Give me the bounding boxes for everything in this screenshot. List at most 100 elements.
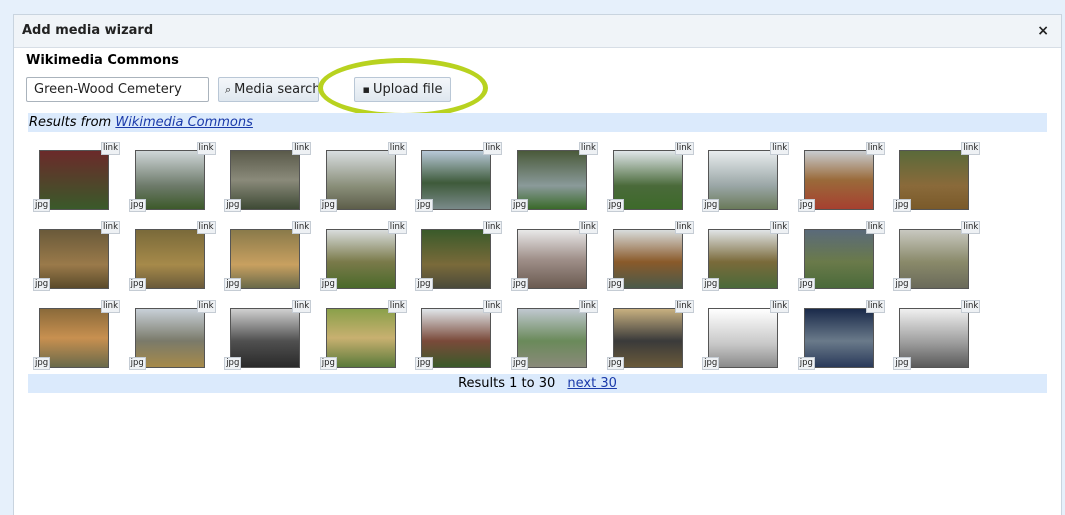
dialog-titlebar: Add media wizard × [14, 15, 1061, 48]
thumbnail-item: link jpg [797, 221, 885, 293]
thumbnail-link-tag[interactable]: link [483, 142, 503, 155]
thumbnail-type-tag: jpg [797, 278, 815, 291]
thumbnail-type-tag: jpg [319, 278, 337, 291]
thumbnail-item: link jpg [319, 300, 407, 372]
thumbnail-item: link jpg [415, 221, 503, 293]
thumbnail-item: link jpg [128, 300, 216, 372]
thumbnail-item: link jpg [606, 300, 694, 372]
thumbnail-type-tag: jpg [224, 199, 242, 212]
thumbnail-type-tag: jpg [224, 357, 242, 370]
thumbnail-type-tag: jpg [797, 199, 815, 212]
thumbnail-link-tag[interactable]: link [100, 142, 120, 155]
thumbnail-item: link jpg [224, 142, 312, 214]
thumbnail-item: link jpg [33, 142, 120, 214]
thumbnail-item: link jpg [702, 221, 790, 293]
thumbnail-type-tag: jpg [128, 357, 146, 370]
thumbnail-link-tag[interactable]: link [292, 221, 312, 234]
thumbnail-link-tag[interactable]: link [196, 142, 216, 155]
thumbnail-type-tag: jpg [415, 278, 433, 291]
thumbnail-link-tag[interactable]: link [770, 221, 790, 234]
thumbnail-link-tag[interactable]: link [387, 142, 407, 155]
thumbnail-item: link jpg [224, 300, 312, 372]
results-range: Results 1 to 30 [458, 376, 556, 391]
thumbnail-item: link jpg [319, 142, 407, 214]
media-search-input[interactable] [26, 77, 209, 102]
thumbnail-item: link jpg [128, 142, 216, 214]
thumbnail-item: link jpg [415, 142, 503, 214]
upload-file-button[interactable]: ▪ Upload file [354, 77, 451, 102]
thumbnail-link-tag[interactable]: link [674, 300, 694, 313]
thumbnail-link-tag[interactable]: link [100, 300, 120, 313]
thumbnail-type-tag: jpg [797, 357, 815, 370]
thumbnail-type-tag: jpg [128, 278, 146, 291]
thumbnail-item: link jpg [702, 142, 790, 214]
media-search-button[interactable]: ⌕ Media search [218, 77, 319, 102]
results-prefix: Results from [29, 115, 112, 130]
thumbnail-link-tag[interactable]: link [292, 142, 312, 155]
thumbnail-link-tag[interactable]: link [865, 142, 885, 155]
thumbnail-item: link jpg [797, 300, 885, 372]
thumbnail-item: link jpg [606, 221, 694, 293]
thumbnail-item: link jpg [510, 300, 598, 372]
thumbnail-link-tag[interactable]: link [387, 221, 407, 234]
thumbnail-link-tag[interactable]: link [961, 142, 981, 155]
thumbnail-link-tag[interactable]: link [961, 300, 981, 313]
thumbnail-type-tag: jpg [510, 199, 529, 212]
thumbnail-type-tag: jpg [702, 199, 720, 212]
thumbnail-link-tag[interactable]: link [770, 142, 790, 155]
thumbnail-link-tag[interactable]: link [865, 300, 885, 313]
thumbnail-link-tag[interactable]: link [578, 142, 598, 155]
thumbnail-type-tag: jpg [510, 278, 529, 291]
floppy-icon: ▪ [362, 83, 370, 96]
thumbnail-item: link jpg [510, 142, 598, 214]
thumbnail-type-tag: jpg [893, 357, 911, 370]
thumbnail-link-tag[interactable]: link [196, 300, 216, 313]
thumbnail-item: link jpg [33, 300, 120, 372]
close-icon[interactable]: × [1037, 23, 1049, 39]
thumbnail-link-tag[interactable]: link [961, 221, 981, 234]
thumbnail-link-tag[interactable]: link [387, 300, 407, 313]
thumbnail-item: link jpg [319, 221, 407, 293]
thumbnail-type-tag: jpg [128, 199, 146, 212]
thumbnail-item: link jpg [893, 300, 981, 372]
thumbnail-type-tag: jpg [606, 199, 624, 212]
thumbnail-type-tag: jpg [224, 278, 242, 291]
next-page-link[interactable]: next 30 [567, 376, 616, 391]
thumbnail-item: link jpg [797, 142, 885, 214]
thumbnail-item: link jpg [702, 300, 790, 372]
section-title: Wikimedia Commons [26, 53, 179, 68]
add-media-dialog: Add media wizard × Wikimedia Commons ⌕ M… [13, 14, 1062, 515]
thumbnail-type-tag: jpg [319, 199, 337, 212]
thumbnail-type-tag: jpg [319, 357, 337, 370]
dialog-title: Add media wizard [22, 23, 154, 38]
thumbnail-link-tag[interactable]: link [292, 300, 312, 313]
results-source-bar: Results from Wikimedia Commons [28, 113, 1047, 132]
thumbnail-item: link jpg [128, 221, 216, 293]
thumbnail-grid: link jpg link jpg link jpg link jpg link jpg link j… [33, 142, 995, 379]
thumbnail-item: link jpg [224, 221, 312, 293]
wikimedia-commons-link[interactable]: Wikimedia Commons [115, 115, 253, 130]
thumbnail-link-tag[interactable]: link [770, 300, 790, 313]
thumbnail-type-tag: jpg [606, 357, 624, 370]
thumbnail-type-tag: jpg [33, 278, 51, 291]
thumbnail-link-tag[interactable]: link [865, 221, 885, 234]
thumbnail-type-tag: jpg [33, 199, 51, 212]
thumbnail-link-tag[interactable]: link [578, 221, 598, 234]
thumbnail-type-tag: jpg [415, 199, 433, 212]
thumbnail-type-tag: jpg [33, 357, 51, 370]
thumbnail-link-tag[interactable]: link [674, 221, 694, 234]
media-search-label: Media search [234, 82, 319, 97]
results-footer: Results 1 to 30 next 30 [28, 374, 1047, 393]
thumbnail-link-tag[interactable]: link [100, 221, 120, 234]
thumbnail-item: link jpg [33, 221, 120, 293]
thumbnail-link-tag[interactable]: link [483, 300, 503, 313]
thumbnail-link-tag[interactable]: link [196, 221, 216, 234]
thumbnail-item: link jpg [893, 142, 981, 214]
thumbnail-item: link jpg [893, 221, 981, 293]
thumbnail-link-tag[interactable]: link [674, 142, 694, 155]
thumbnail-item: link jpg [415, 300, 503, 372]
thumbnail-type-tag: jpg [893, 278, 911, 291]
thumbnail-link-tag[interactable]: link [483, 221, 503, 234]
thumbnail-link-tag[interactable]: link [578, 300, 598, 313]
magnifier-icon: ⌕ [225, 82, 232, 96]
